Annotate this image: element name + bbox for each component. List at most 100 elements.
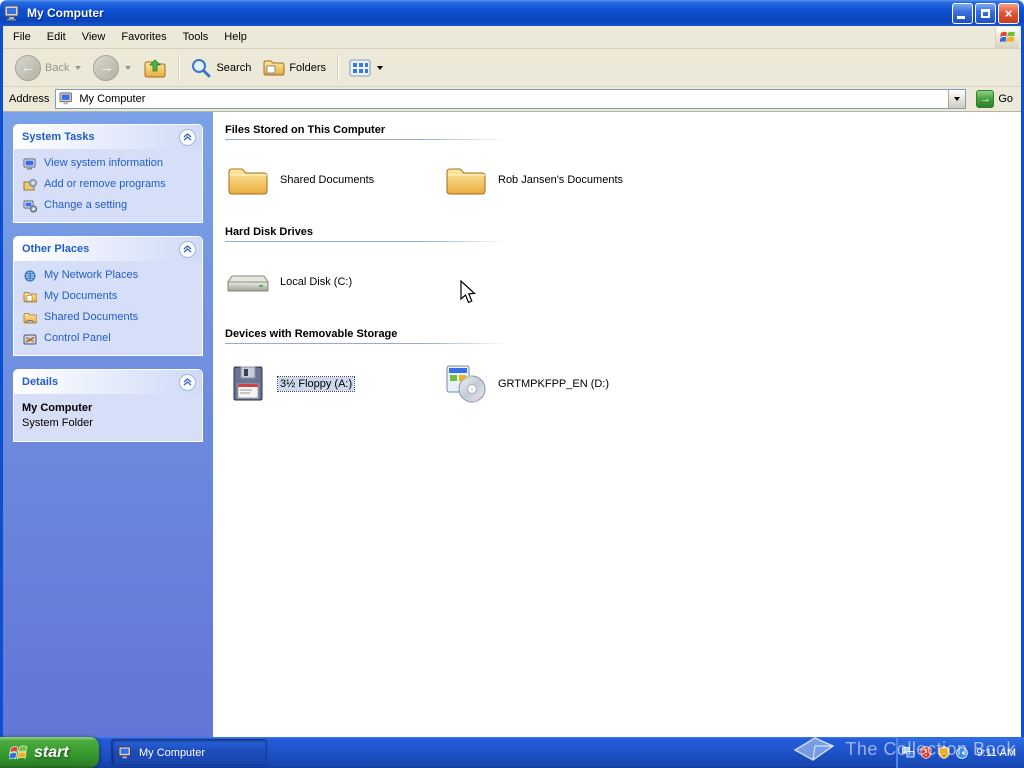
folder-item-shared-documents[interactable]: Shared Documents [225, 154, 443, 206]
toolbar-separator [337, 54, 339, 81]
maximize-button[interactable] [975, 2, 996, 24]
menu-tools[interactable]: Tools [175, 28, 217, 46]
start-label: start [34, 743, 69, 761]
network-places-icon [22, 269, 38, 283]
system-tasks-panel: System Tasks View system information Add… [13, 124, 203, 223]
sidebar-item-change-a-setting[interactable]: Change a setting [22, 199, 196, 213]
folders-button[interactable]: Folders [257, 56, 332, 80]
address-bar: Address → Go [3, 87, 1021, 112]
my-documents-icon [22, 290, 38, 304]
item-label: 3½ Floppy (A:) [276, 376, 356, 392]
forward-icon: → [93, 54, 120, 81]
views-button[interactable] [343, 56, 389, 80]
taskbar: start My Computer 9:11 AM [0, 737, 1024, 768]
menu-file[interactable]: File [5, 28, 39, 46]
menu-help[interactable]: Help [216, 28, 255, 46]
forward-button[interactable]: → [87, 53, 137, 83]
drive-item-cd-grtmpkfpp-en[interactable]: GRTMPKFPP_EN (D:) [443, 358, 661, 410]
menu-favorites[interactable]: Favorites [113, 28, 174, 46]
tray-security-shield-icon[interactable] [919, 746, 933, 760]
address-input[interactable] [79, 91, 949, 107]
sidebar-item-label: View system information [44, 157, 164, 169]
window-frame: File Edit View Favorites Tools Help ← Ba… [0, 26, 1024, 737]
sidebar-item-control-panel[interactable]: Control Panel [22, 332, 196, 346]
section-hard-disk-drives: Hard Disk Drives Local Disk (C:) [225, 222, 1021, 314]
my-computer-icon [59, 92, 75, 106]
start-button[interactable]: start [0, 737, 99, 768]
toolbar: ← Back → Search Folders [3, 49, 1021, 87]
task-pane-sidebar: System Tasks View system information Add… [3, 112, 213, 737]
drive-item-local-disk-c[interactable]: Local Disk (C:) [225, 256, 443, 308]
address-combo[interactable] [55, 89, 967, 109]
taskbar-clock[interactable]: 9:11 AM [976, 747, 1016, 759]
section-divider [225, 241, 507, 242]
close-button[interactable]: × [998, 2, 1019, 24]
floppy-icon [225, 364, 271, 404]
system-info-icon [22, 157, 38, 171]
change-setting-icon [22, 199, 38, 213]
other-places-header[interactable]: Other Places [14, 237, 202, 261]
minimize-icon [957, 15, 965, 19]
sidebar-item-view-system-information[interactable]: View system information [22, 157, 196, 171]
back-button[interactable]: ← Back [9, 53, 87, 83]
go-label: Go [998, 93, 1013, 105]
cd-drive-icon [443, 363, 489, 405]
taskbar-task-my-computer[interactable]: My Computer [111, 739, 267, 766]
other-places-body: My Network Places My Documents Shared Do… [14, 261, 202, 355]
sidebar-item-add-remove-programs[interactable]: Add or remove programs [22, 178, 196, 192]
chevron-up-icon[interactable] [179, 128, 196, 146]
tray-volume-icon[interactable] [955, 746, 969, 760]
chevron-up-icon[interactable] [179, 373, 196, 391]
views-dropdown-icon [377, 65, 384, 70]
item-label: Local Disk (C:) [280, 276, 353, 288]
tray-update-shield-icon[interactable] [937, 746, 951, 760]
sidebar-item-my-network-places[interactable]: My Network Places [22, 269, 196, 283]
section-divider [225, 139, 507, 140]
menu-view[interactable]: View [74, 28, 114, 46]
search-icon [190, 57, 212, 79]
folder-icon [443, 162, 489, 198]
drive-item-floppy-a[interactable]: 3½ Floppy (A:) [225, 358, 443, 410]
address-dropdown-button[interactable] [948, 90, 966, 108]
sidebar-item-label: Control Panel [44, 332, 111, 344]
hard-disk-icon [225, 266, 271, 298]
shared-documents-icon [22, 311, 38, 325]
go-button[interactable]: → Go [972, 89, 1017, 109]
panel-title: System Tasks [22, 131, 95, 143]
sidebar-item-shared-documents[interactable]: Shared Documents [22, 311, 196, 325]
up-folder-icon [143, 56, 167, 80]
window-titlebar[interactable]: My Computer × [0, 0, 1024, 26]
system-tasks-body: View system information Add or remove pr… [14, 149, 202, 222]
item-label: Shared Documents [280, 174, 375, 186]
close-icon: × [1004, 5, 1013, 21]
other-places-panel: Other Places My Network Places My Docume… [13, 236, 203, 356]
folder-item-rob-jansens-documents[interactable]: Rob Jansen's Documents [443, 154, 661, 206]
minimize-button[interactable] [952, 2, 973, 24]
folder-content[interactable]: Files Stored on This Computer Shared Doc… [213, 112, 1021, 737]
add-remove-programs-icon [22, 178, 38, 192]
details-header[interactable]: Details [14, 370, 202, 394]
maximize-icon [981, 8, 990, 18]
details-item-name: My Computer [22, 402, 93, 414]
system-tray: 9:11 AM [896, 737, 1024, 768]
section-divider [225, 343, 507, 344]
sidebar-item-label: Add or remove programs [44, 178, 166, 190]
system-tasks-header[interactable]: System Tasks [14, 125, 202, 149]
sidebar-item-label: Shared Documents [44, 311, 139, 323]
desktop-screen: My Computer × File Edit View Favorites T… [0, 0, 1024, 768]
sidebar-item-my-documents[interactable]: My Documents [22, 290, 196, 304]
search-button[interactable]: Search [184, 55, 257, 81]
back-label: Back [45, 61, 70, 74]
tray-network-icon[interactable] [901, 746, 915, 760]
panel-title: Details [22, 376, 59, 388]
section-removable-storage: Devices with Removable Storage 3½ Floppy… [225, 324, 1021, 416]
panel-title: Other Places [22, 243, 90, 255]
menu-edit[interactable]: Edit [39, 28, 74, 46]
item-label: GRTMPKFPP_EN (D:) [498, 378, 610, 390]
chevron-up-icon[interactable] [179, 240, 196, 258]
up-button[interactable] [137, 54, 173, 82]
item-label: Rob Jansen's Documents [498, 174, 623, 186]
search-label: Search [216, 61, 252, 74]
main-area: System Tasks View system information Add… [3, 112, 1021, 737]
windows-logo-icon [995, 26, 1019, 48]
